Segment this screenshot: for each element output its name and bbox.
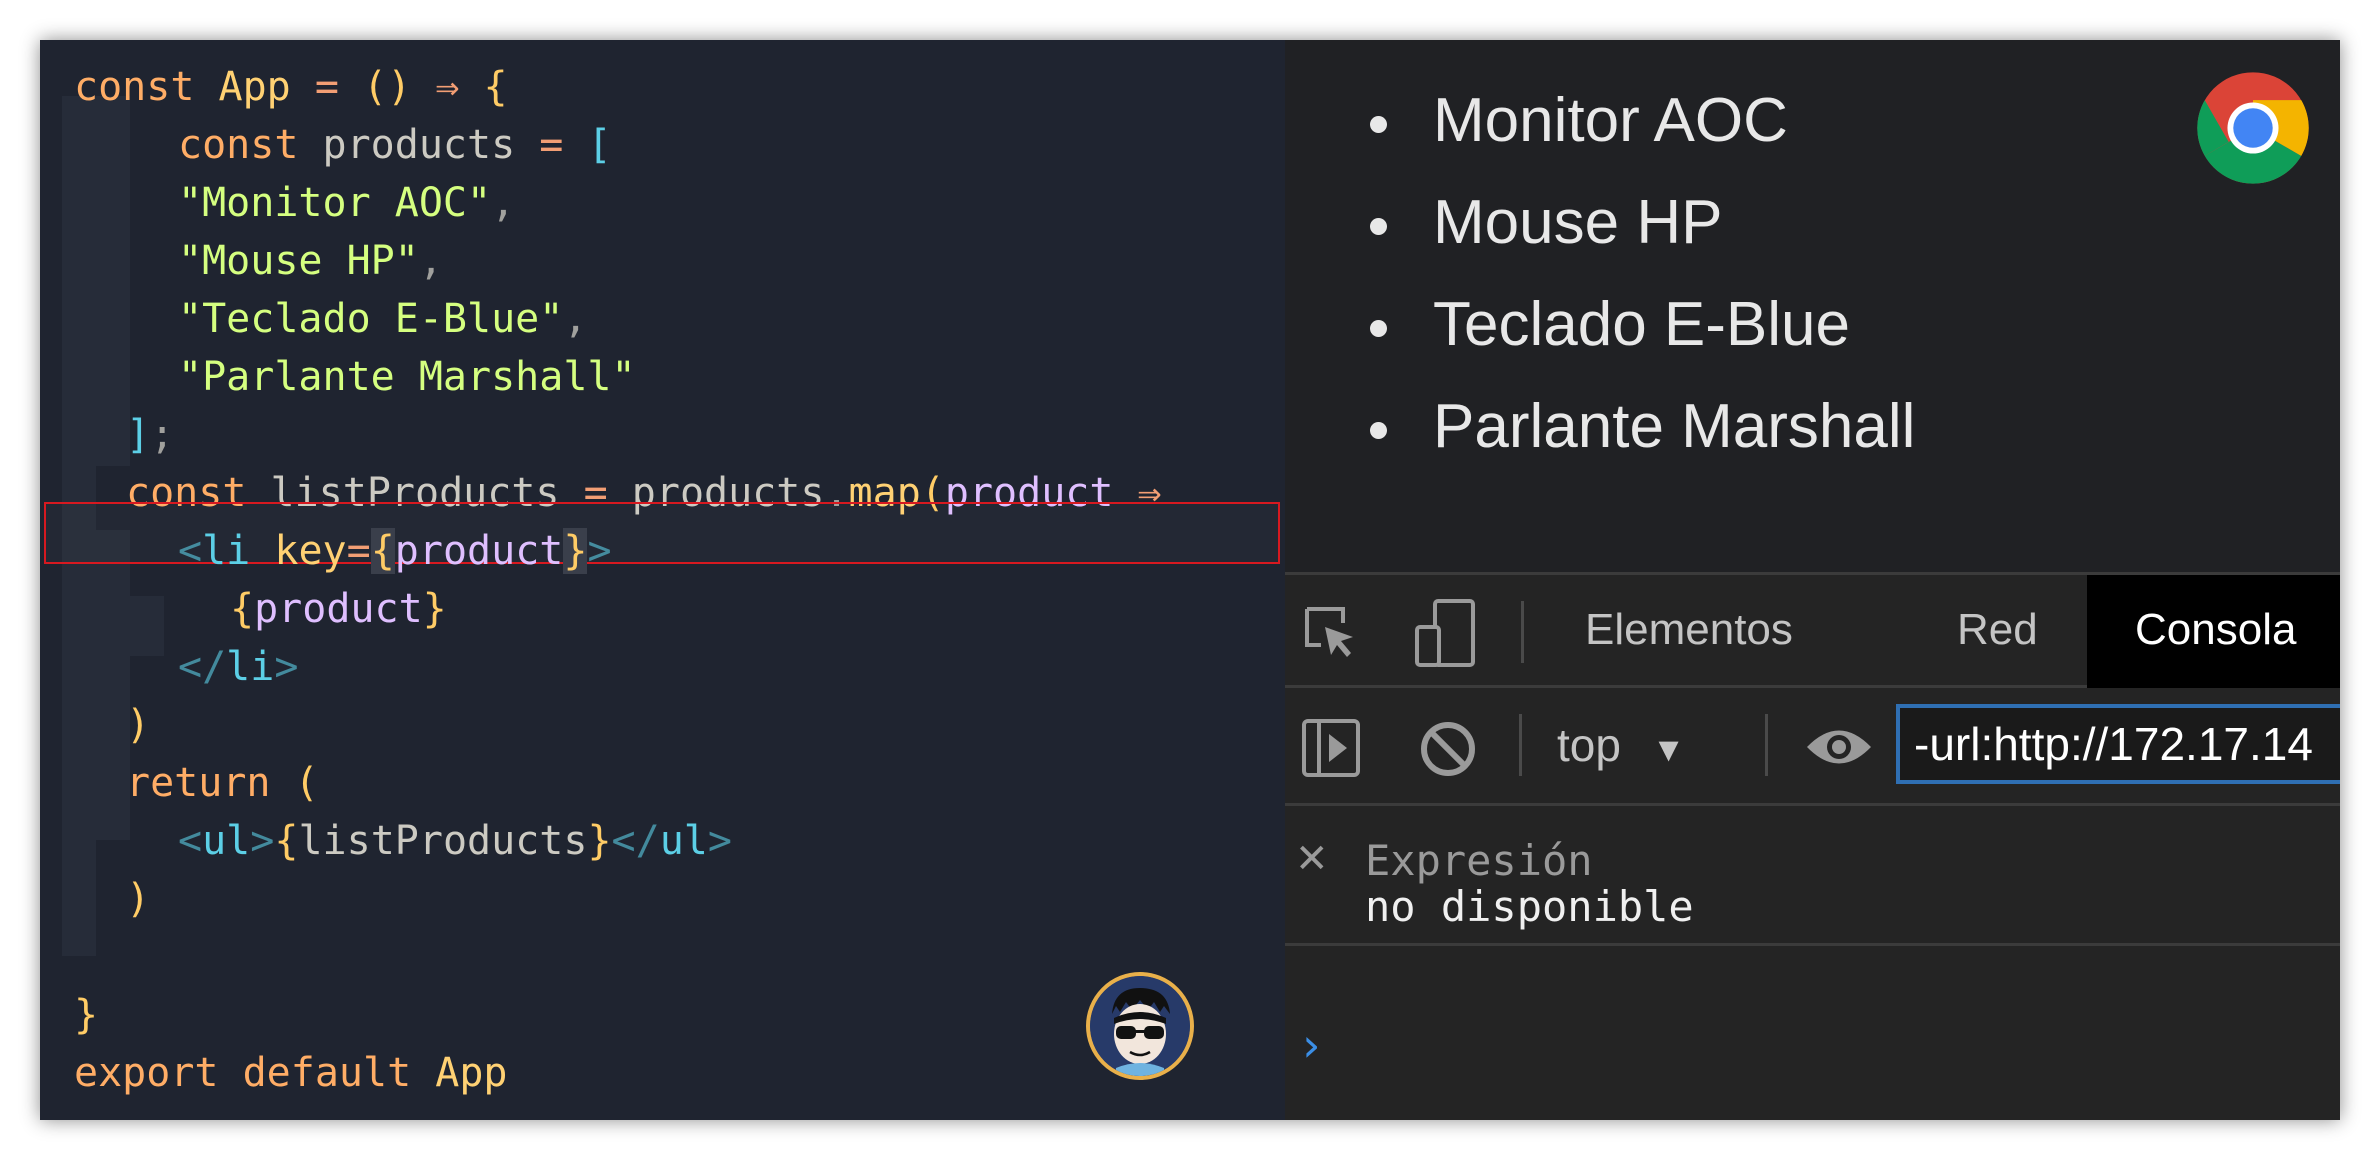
code-line-7: ]; — [126, 412, 175, 458]
sidebar-toggle-icon[interactable] — [1301, 718, 1361, 778]
clear-console-icon[interactable] — [1419, 720, 1477, 778]
toolbar-separator — [1765, 714, 1768, 776]
code-line-11: </li> — [178, 644, 299, 690]
screenshot-frame: const App = () ⇒ { const products = [ Mo… — [40, 40, 2340, 1120]
product-item: Monitor AOC — [1370, 70, 1915, 172]
console-toolbar: top ▼ -url:http://172.17.14 — [1285, 688, 2340, 806]
product-item: Mouse HP — [1370, 172, 1915, 274]
tab-elementos[interactable]: Elementos — [1585, 575, 1793, 688]
device-toolbar-icon[interactable] — [1413, 597, 1477, 669]
product-list: Monitor AOC Mouse HP Teclado E-Blue Parl… — [1370, 70, 1915, 478]
code-line-16: } — [74, 992, 99, 1038]
tab-consola[interactable]: Consola — [2087, 575, 2340, 688]
live-expression: ✕ Expresión no disponible — [1285, 806, 2340, 946]
browser-panel: Monitor AOC Mouse HP Teclado E-Blue Parl… — [1285, 40, 2340, 1120]
code-line-13: return ( — [126, 760, 319, 806]
devtools-tabbar: Elementos Red Consola — [1285, 572, 2340, 688]
expression-value: no disponible — [1365, 882, 1694, 931]
toolbar-separator — [1521, 601, 1524, 663]
rendered-page: Monitor AOC Mouse HP Teclado E-Blue Parl… — [1285, 40, 2340, 572]
indent-shade — [96, 530, 130, 840]
indent-shade — [96, 96, 130, 466]
code-line-6: "Parlante Marshall" — [178, 354, 636, 400]
tab-red[interactable]: Red — [1957, 575, 2038, 688]
chrome-logo-icon — [2197, 72, 2309, 184]
product-item: Parlante Marshall — [1370, 376, 1915, 478]
chevron-down-icon: ▼ — [1651, 731, 1686, 769]
code-line-17: export default App — [74, 1050, 508, 1096]
code-line-12: ) — [126, 702, 151, 748]
context-selector[interactable]: top ▼ — [1557, 710, 1685, 780]
code-line-14: <ul>{listProducts}</ul> — [178, 818, 732, 864]
context-label: top — [1557, 719, 1621, 771]
code-line-9: <li key={product}> — [178, 528, 612, 574]
eye-icon[interactable] — [1805, 722, 1873, 772]
code-line-3: Monitor AOC"Monitor AOC", — [178, 180, 516, 226]
code-line-4: "Mouse HP", — [178, 238, 443, 284]
console-filter-input[interactable]: -url:http://172.17.14 — [1896, 704, 2340, 784]
inspect-element-icon[interactable] — [1303, 605, 1359, 661]
toolbar-separator — [1519, 714, 1522, 776]
code-line-2: const products = [ — [178, 122, 612, 168]
indent-shade — [130, 596, 164, 656]
close-icon[interactable]: ✕ — [1295, 836, 1329, 882]
product-item: Teclado E-Blue — [1370, 274, 1915, 376]
code-editor[interactable]: const App = () ⇒ { const products = [ Mo… — [40, 40, 1285, 1120]
expression-label[interactable]: Expresión — [1365, 836, 1593, 885]
code-line-15: ) — [126, 876, 151, 922]
code-line-1: const App = () ⇒ { — [74, 64, 508, 110]
code-line-5: "Teclado E-Blue", — [178, 296, 588, 342]
console-prompt-icon[interactable]: › — [1297, 1018, 1325, 1072]
code-line-10: {product} — [230, 586, 447, 632]
author-avatar — [1086, 972, 1194, 1080]
